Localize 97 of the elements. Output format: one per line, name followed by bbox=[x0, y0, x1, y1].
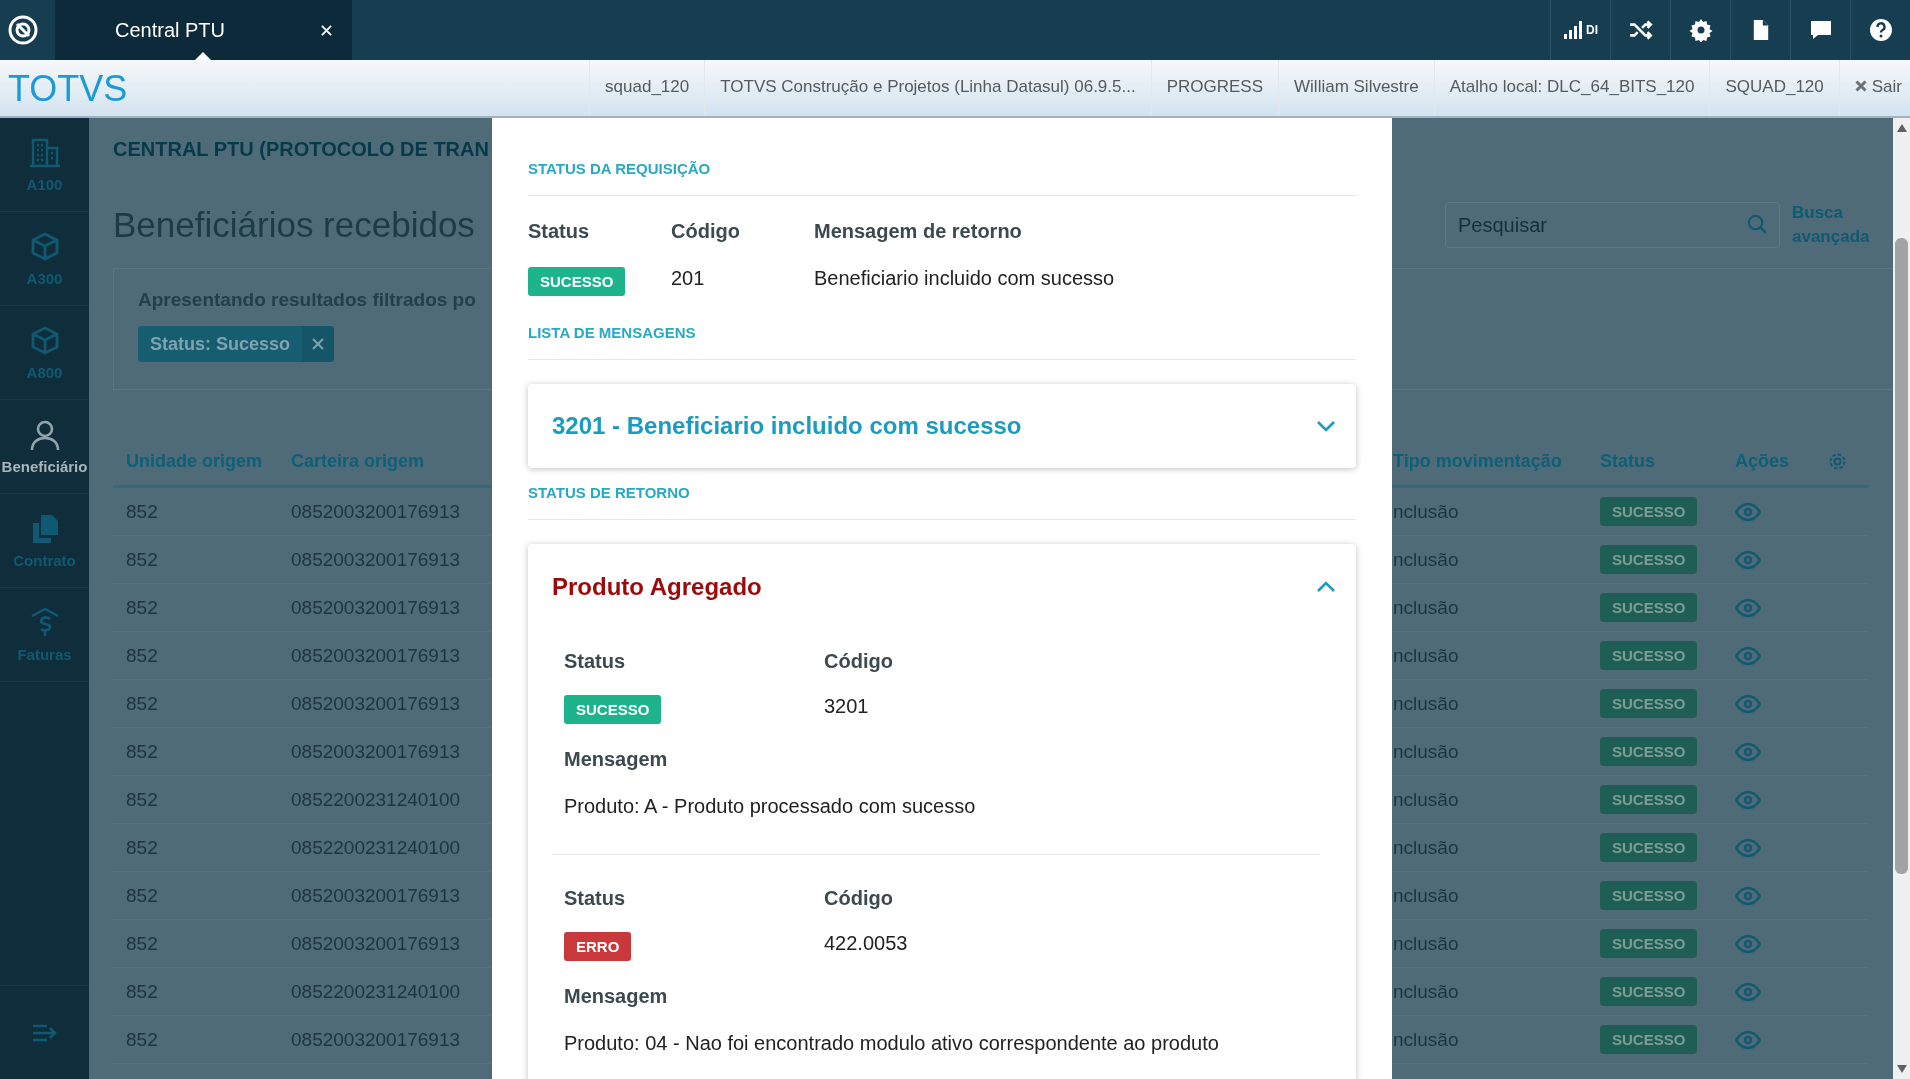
view-icon bbox=[1735, 742, 1761, 761]
search-icon bbox=[1747, 214, 1768, 235]
status-badge: SUCESSO bbox=[1600, 593, 1698, 622]
column-header[interactable]: Status bbox=[1600, 451, 1735, 472]
view-button[interactable] bbox=[1735, 502, 1761, 521]
settings-icon bbox=[1827, 451, 1848, 472]
help-icon bbox=[1868, 18, 1893, 42]
field-value: Produto: A - Produto processado com sucesso bbox=[564, 795, 977, 818]
scroll-down-icon bbox=[1896, 1065, 1907, 1073]
info-item: PROGRESS bbox=[1150, 60, 1279, 116]
view-icon bbox=[1735, 646, 1761, 665]
tab-label: Central PTU bbox=[115, 18, 227, 42]
field-value: 422.0053 bbox=[824, 932, 909, 956]
view-icon bbox=[1735, 550, 1761, 569]
column-header[interactable]: Carteira origem bbox=[291, 451, 425, 472]
view-button[interactable] bbox=[1735, 886, 1761, 905]
view-button[interactable] bbox=[1735, 694, 1761, 713]
exit-link[interactable]: Sair bbox=[1838, 60, 1910, 116]
view-button[interactable] bbox=[1735, 982, 1761, 1001]
status-badge: SUCESSO bbox=[1600, 545, 1698, 574]
info-item: Atalho local: DLC_64_BITS_120 bbox=[1433, 60, 1710, 116]
info-item: squad_120 bbox=[589, 60, 705, 116]
view-button[interactable] bbox=[1735, 646, 1761, 665]
signal-icon bbox=[1563, 20, 1583, 40]
document-icon bbox=[1751, 19, 1770, 41]
section-heading: STATUS DA REQUISIÇÃO bbox=[528, 160, 1356, 196]
field-label: Código bbox=[824, 887, 894, 910]
info-item: SQUAD_120 bbox=[1709, 60, 1839, 116]
close-icon bbox=[321, 24, 332, 36]
scroll-up-icon bbox=[1896, 124, 1907, 132]
view-button[interactable] bbox=[1735, 742, 1761, 761]
view-button[interactable] bbox=[1735, 838, 1761, 857]
column-header[interactable]: Tipo movimentação bbox=[1392, 451, 1600, 472]
search-field[interactable]: Pesquisar bbox=[1445, 202, 1780, 248]
status-badge: SUCESSO bbox=[1600, 881, 1698, 910]
app-tab[interactable]: Central PTU bbox=[55, 0, 352, 60]
view-button[interactable] bbox=[1735, 550, 1761, 569]
status-badge: SUCESSO bbox=[1600, 497, 1698, 526]
brand-logo: TOTVS bbox=[7, 67, 129, 111]
field-value: Produto: 04 - Nao foi encontrado modulo ativo correspondente ao produto bbox=[564, 1032, 1220, 1055]
view-icon bbox=[1735, 934, 1761, 953]
tab-pointer-icon bbox=[195, 52, 211, 60]
status-badge: SUCESSO bbox=[1600, 689, 1698, 718]
scroll-thumb[interactable] bbox=[1895, 238, 1908, 874]
field-label: Status bbox=[564, 887, 627, 910]
view-icon bbox=[1735, 838, 1761, 857]
status-badge: SUCESSO bbox=[1600, 929, 1698, 958]
status-badge: SUCESSO bbox=[1600, 737, 1698, 766]
section-heading: STATUS DE RETORNO bbox=[528, 484, 1356, 520]
chevron-down-icon bbox=[1316, 420, 1336, 432]
info-item: William Silvestre bbox=[1278, 60, 1434, 116]
view-icon bbox=[1735, 694, 1761, 713]
status-badge: SUCESSO bbox=[1600, 833, 1698, 862]
info-item: TOTVS Construção e Projetos (Linha Datasul) 06.9.5... bbox=[704, 60, 1151, 116]
panel-header[interactable]: Produto Agregado bbox=[552, 544, 1336, 630]
message-accordion[interactable]: 3201 - Beneficiario incluido com sucesso bbox=[528, 384, 1356, 468]
status-badge: SUCESSO bbox=[564, 695, 662, 724]
status-badge: ERRO bbox=[564, 932, 632, 961]
field-label: Mensagem bbox=[564, 985, 669, 1008]
chevron-up-icon bbox=[1316, 581, 1336, 593]
logo-icon bbox=[8, 15, 38, 45]
view-icon bbox=[1735, 502, 1761, 521]
view-icon bbox=[1735, 790, 1761, 809]
field-value: 3201 bbox=[824, 695, 870, 719]
status-badge: SUCESSO bbox=[528, 267, 626, 296]
column-header[interactable]: Unidade origem bbox=[113, 451, 291, 472]
status-badge: SUCESSO bbox=[1600, 785, 1698, 814]
field-label: Código bbox=[671, 220, 741, 243]
chat-icon bbox=[1808, 18, 1833, 42]
page-breadcrumb: CENTRAL PTU (PROTOCOLO DE TRAN bbox=[113, 137, 490, 162]
field-label: Mensagem de retorno bbox=[814, 220, 1023, 243]
field-value: 201 bbox=[671, 267, 706, 291]
view-icon bbox=[1735, 982, 1761, 1001]
status-badge: SUCESSO bbox=[1600, 641, 1698, 670]
advanced-search-link[interactable]: Busca avançada bbox=[1792, 201, 1882, 249]
field-label: Status bbox=[528, 220, 591, 243]
view-icon bbox=[1735, 598, 1761, 617]
settings-icon bbox=[1688, 18, 1713, 42]
view-button[interactable] bbox=[1735, 934, 1761, 953]
field-value: Beneficiario incluido com sucesso bbox=[814, 267, 1116, 291]
view-icon bbox=[1735, 1030, 1761, 1049]
section-heading: LISTA DE MENSAGENS bbox=[528, 324, 1356, 360]
status-badge: SUCESSO bbox=[1600, 977, 1698, 1006]
view-button[interactable] bbox=[1735, 790, 1761, 809]
view-button[interactable] bbox=[1735, 1030, 1761, 1049]
field-label: Status bbox=[564, 650, 627, 673]
filter-chip[interactable]: Status: Sucesso bbox=[138, 326, 335, 362]
close-icon bbox=[1854, 80, 1867, 92]
status-badge: SUCESSO bbox=[1600, 1025, 1698, 1054]
field-label: Código bbox=[824, 650, 894, 673]
view-button[interactable] bbox=[1735, 598, 1761, 617]
close-icon bbox=[312, 338, 325, 350]
building-icon bbox=[27, 136, 62, 170]
view-icon bbox=[1735, 886, 1761, 905]
field-label: Mensagem bbox=[564, 748, 669, 771]
menu-icon bbox=[31, 1022, 58, 1043]
column-header[interactable]: Ações bbox=[1735, 451, 1827, 472]
